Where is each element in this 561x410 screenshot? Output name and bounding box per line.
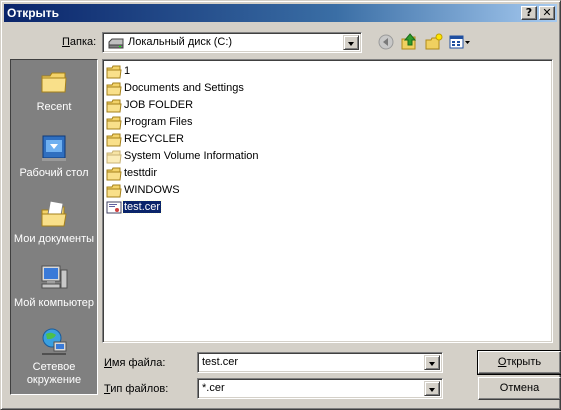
up-folder-button[interactable] xyxy=(400,32,420,52)
file-name: WINDOWS xyxy=(124,184,180,196)
cancel-button[interactable]: Отмена xyxy=(478,377,561,400)
file-type-value: *.cer xyxy=(202,382,225,394)
place-recent[interactable]: Recent xyxy=(11,66,97,114)
look-in-label-mnemonic: П xyxy=(62,36,70,48)
recent-folder-icon xyxy=(41,72,67,93)
new-folder-icon xyxy=(425,33,443,50)
open-button[interactable]: Открыть xyxy=(477,350,561,375)
folder-icon xyxy=(106,65,122,79)
file-name: System Volume Information xyxy=(124,150,259,162)
open-file-dialog: Открыть ? ✕ Папка: Локальный диск (C:) R… xyxy=(0,0,561,410)
folder-icon xyxy=(106,116,122,130)
place-network-label: Сетевое окружение xyxy=(26,361,82,386)
certificate-icon xyxy=(106,201,122,214)
file-name-label-mnemonic: И xyxy=(104,357,112,369)
file-name: testtdir xyxy=(124,167,158,179)
file-type-label-text: ип файлов: xyxy=(110,383,169,395)
file-type-combo[interactable]: *.cer xyxy=(197,378,443,399)
file-name-dropdown-button[interactable] xyxy=(424,355,440,370)
place-my-documents[interactable]: Мои документы xyxy=(11,198,97,246)
my-computer-icon xyxy=(41,265,68,289)
folder-icon xyxy=(106,184,122,198)
file-name: JOB FOLDER xyxy=(124,99,194,111)
file-name: Documents and Settings xyxy=(124,82,244,94)
window-title: Открыть xyxy=(7,6,60,20)
file-list[interactable]: 1 Documents and Settings JOB FOLDER Prog… xyxy=(102,59,553,343)
file-name-label: Имя файла: xyxy=(104,357,165,369)
view-menu-icon xyxy=(449,35,470,49)
place-desktop[interactable]: Рабочий стол xyxy=(11,132,97,180)
place-desktop-label: Рабочий стол xyxy=(19,167,89,179)
folder-icon xyxy=(106,150,122,164)
desktop-icon xyxy=(42,135,66,161)
file-name: RECYCLER xyxy=(124,133,184,145)
drive-icon xyxy=(108,37,124,52)
look-in-label-text: апка: xyxy=(69,36,97,48)
title-bar[interactable]: Открыть ? ✕ xyxy=(4,4,557,22)
place-network[interactable]: Сетевое окружение xyxy=(11,326,97,387)
places-bar: Recent Рабочий стол Мои документы Мой ко… xyxy=(10,59,98,395)
place-recent-label: Recent xyxy=(36,101,72,113)
file-type-label: Тип файлов: xyxy=(104,383,168,395)
file-name: 1 xyxy=(124,65,131,77)
file-name: test.cer xyxy=(121,200,163,214)
back-button[interactable] xyxy=(376,32,396,52)
folder-icon xyxy=(106,82,122,96)
folder-icon xyxy=(106,167,122,181)
network-icon xyxy=(42,328,67,355)
folder-icon xyxy=(106,99,122,113)
file-name: Program Files xyxy=(124,116,193,128)
look-in-label: Папка: xyxy=(62,36,96,48)
place-my-computer[interactable]: Мой компьютер xyxy=(11,262,97,310)
help-button[interactable]: ? xyxy=(521,6,537,20)
place-my-documents-label: Мои документы xyxy=(13,233,95,245)
look-in-dropdown-button[interactable] xyxy=(343,35,359,50)
new-folder-button[interactable] xyxy=(424,32,444,52)
open-button-label: ткрыть xyxy=(506,356,542,368)
view-menu-button[interactable] xyxy=(448,32,472,52)
up-folder-icon xyxy=(401,33,417,50)
file-name-input[interactable]: test.cer xyxy=(202,356,238,368)
my-documents-icon xyxy=(41,200,67,227)
place-my-computer-label: Мой компьютер xyxy=(13,297,95,309)
file-name-label-text: мя файла: xyxy=(111,357,166,369)
file-name-combo[interactable]: test.cer xyxy=(197,352,443,373)
folder-icon xyxy=(106,133,122,147)
look-in-combo[interactable]: Локальный диск (C:) xyxy=(102,32,362,53)
file-type-dropdown-button[interactable] xyxy=(424,381,440,396)
close-button[interactable]: ✕ xyxy=(539,6,555,20)
look-in-value: Локальный диск (C:) xyxy=(128,36,233,48)
back-icon xyxy=(378,34,394,50)
